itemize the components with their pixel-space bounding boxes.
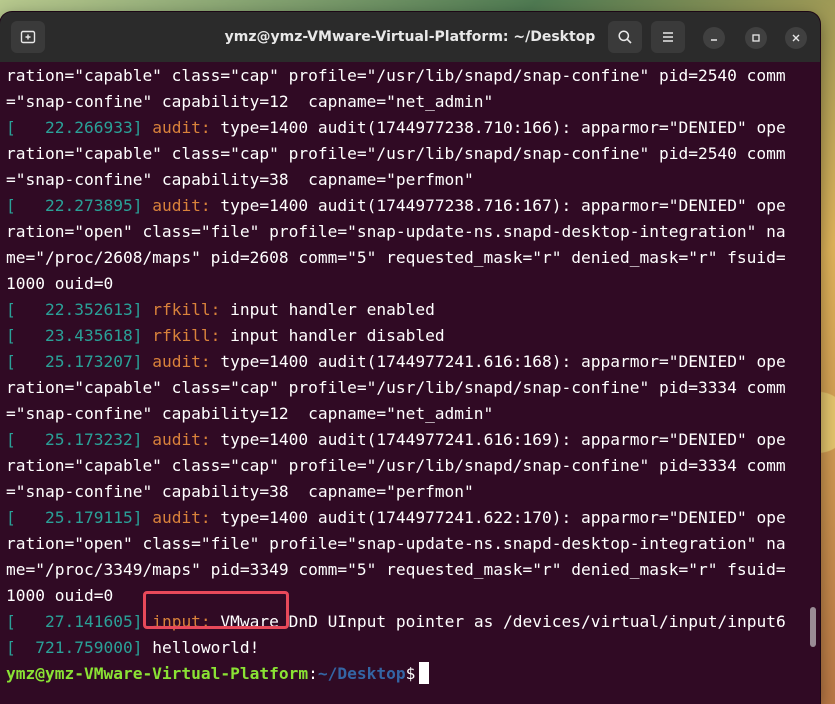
log-source: audit:	[152, 196, 211, 215]
log-source: audit:	[152, 430, 211, 449]
text-cursor	[419, 662, 430, 684]
shell-prompt[interactable]: ymz@ymz-VMware-Virtual-Platform:~/Deskto…	[6, 661, 820, 687]
prompt-user-host: ymz@ymz-VMware-Virtual-Platform	[6, 664, 309, 683]
maximize-button[interactable]	[745, 27, 767, 49]
log-timestamp: [ 22.273895]	[6, 196, 143, 215]
log-timestamp: [ 25.173207]	[6, 352, 143, 371]
maximize-icon	[752, 34, 760, 42]
log-line: [ 22.273895] audit: type=1400 audit(1744…	[6, 196, 786, 215]
log-line: ="snap-confine" capability=38 capname="p…	[6, 170, 474, 189]
log-timestamp: [ 22.266933]	[6, 118, 143, 137]
log-timestamp: [ 25.179115]	[6, 508, 143, 527]
hamburger-menu-icon	[663, 32, 673, 42]
terminal-window[interactable]: ymz@ymz-VMware-Virtual-Platform: ~/Deskt…	[0, 12, 820, 704]
log-line: 1000 ouid=0	[6, 274, 114, 293]
log-line: ="snap-confine" capability=12 capname="n…	[6, 404, 494, 423]
search-button[interactable]	[608, 21, 642, 53]
log-line: ration="capable" class="cap" profile="/u…	[6, 66, 786, 85]
minimize-button[interactable]	[703, 27, 725, 49]
prompt-path: ~/Desktop	[317, 664, 406, 683]
log-source: audit:	[152, 118, 211, 137]
log-line: me="/proc/2608/maps" pid=2608 comm="5" r…	[6, 248, 786, 267]
new-tab-icon	[20, 30, 36, 44]
log-line: ="snap-confine" capability=12 capname="n…	[6, 92, 494, 111]
log-line: ration="capable" class="cap" profile="/u…	[6, 456, 786, 475]
log-line: [ 25.173232] audit: type=1400 audit(1744…	[6, 430, 786, 449]
menu-button[interactable]	[651, 21, 685, 53]
log-line: ration="open" class="file" profile="snap…	[6, 222, 786, 241]
search-icon	[618, 30, 632, 44]
log-source: audit:	[152, 508, 211, 527]
terminal-output[interactable]: ration="capable" class="cap" profile="/u…	[0, 62, 820, 704]
log-source: rfkill:	[152, 326, 221, 345]
log-timestamp: [ 25.173232]	[6, 430, 143, 449]
log-source: audit:	[152, 352, 211, 371]
close-button[interactable]	[785, 27, 807, 49]
log-line: [ 22.352613] rfkill: input handler enabl…	[6, 300, 435, 319]
log-timestamp: [ 27.141605]	[6, 612, 143, 631]
log-line: ration="open" class="file" profile="snap…	[6, 534, 786, 553]
title-bar[interactable]: ymz@ymz-VMware-Virtual-Platform: ~/Deskt…	[0, 12, 820, 62]
highlight-box	[143, 591, 289, 629]
log-line: [ 23.435618] rfkill: input handler disab…	[6, 326, 445, 345]
log-timestamp: [ 721.759000]	[6, 638, 143, 657]
helloworld-text: helloworld!	[142, 638, 260, 657]
scrollbar-thumb[interactable]	[810, 607, 816, 647]
log-line: ration="capable" class="cap" profile="/u…	[6, 144, 786, 163]
close-icon	[792, 34, 800, 42]
log-timestamp: [ 23.435618]	[6, 326, 143, 345]
log-line: ration="capable" class="cap" profile="/u…	[6, 378, 786, 397]
prompt-symbol: $	[405, 664, 416, 683]
log-line: 1000 ouid=0	[6, 586, 114, 605]
log-line: me="/proc/3349/maps" pid=3349 comm="5" r…	[6, 560, 786, 579]
prompt-colon: :	[308, 664, 318, 683]
log-source: rfkill:	[152, 300, 221, 319]
window-title: ymz@ymz-VMware-Virtual-Platform: ~/Deskt…	[224, 29, 596, 45]
log-line: [ 25.173207] audit: type=1400 audit(1744…	[6, 352, 786, 371]
helloworld-line: [ 721.759000] helloworld!	[6, 635, 820, 661]
new-tab-button[interactable]	[11, 21, 45, 53]
log-line: ="snap-confine" capability=38 capname="p…	[6, 482, 474, 501]
minimize-icon	[711, 39, 717, 41]
log-line: [ 27.141605] input: VMware DnD UInput po…	[6, 612, 786, 631]
log-line: [ 25.179115] audit: type=1400 audit(1744…	[6, 508, 786, 527]
log-line: [ 22.266933] audit: type=1400 audit(1744…	[6, 118, 786, 137]
log-timestamp: [ 22.352613]	[6, 300, 143, 319]
